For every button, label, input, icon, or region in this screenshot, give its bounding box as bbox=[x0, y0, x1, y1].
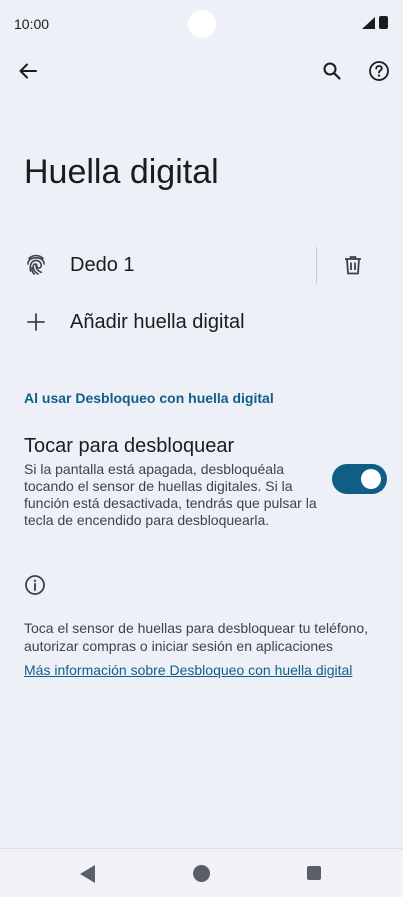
info-icon bbox=[25, 575, 45, 595]
arrow-left-icon bbox=[19, 63, 37, 79]
touch-unlock-title: Tocar para desbloquear bbox=[24, 435, 235, 457]
nav-home-icon[interactable] bbox=[193, 865, 210, 882]
battery-icon bbox=[379, 16, 388, 29]
help-circle-icon bbox=[369, 61, 389, 81]
info-text: Toca el sensor de huellas para desbloque… bbox=[24, 620, 369, 654]
section-header: Al usar Desbloqueo con huella digital bbox=[24, 390, 274, 406]
switch-knob bbox=[361, 469, 381, 489]
delete-fingerprint-button[interactable] bbox=[340, 252, 366, 278]
fingerprint-label: Dedo 1 bbox=[70, 253, 135, 276]
search-button[interactable] bbox=[316, 55, 348, 87]
nav-recent-icon[interactable] bbox=[307, 866, 321, 880]
trash-icon bbox=[345, 256, 361, 275]
status-bar: 10:00 bbox=[0, 0, 403, 46]
touch-unlock-description: Si la pantalla está apagada, desbloquéal… bbox=[24, 461, 317, 528]
add-fingerprint-label: Añadir huella digital bbox=[70, 310, 245, 333]
signal-icon bbox=[362, 17, 375, 29]
fingerprint-icon bbox=[24, 253, 48, 277]
fingerprint-item[interactable]: Dedo 1 bbox=[0, 240, 403, 290]
nav-back-icon[interactable] bbox=[80, 865, 96, 883]
touch-unlock-setting[interactable]: Tocar para desbloquear Si la pantalla es… bbox=[0, 428, 403, 534]
search-icon bbox=[323, 62, 341, 80]
learn-more-link[interactable]: Más información sobre Desbloqueo con hue… bbox=[24, 662, 352, 678]
row-divider bbox=[316, 247, 317, 283]
help-button[interactable] bbox=[363, 55, 395, 87]
camera-cutout bbox=[188, 10, 216, 38]
back-button[interactable] bbox=[12, 55, 44, 87]
status-time: 10:00 bbox=[14, 16, 50, 32]
navigation-bar bbox=[0, 848, 403, 897]
touch-unlock-switch[interactable] bbox=[332, 464, 387, 494]
plus-icon bbox=[24, 310, 48, 334]
page-title: Huella digital bbox=[24, 153, 219, 191]
add-fingerprint-item[interactable]: Añadir huella digital bbox=[0, 297, 403, 347]
